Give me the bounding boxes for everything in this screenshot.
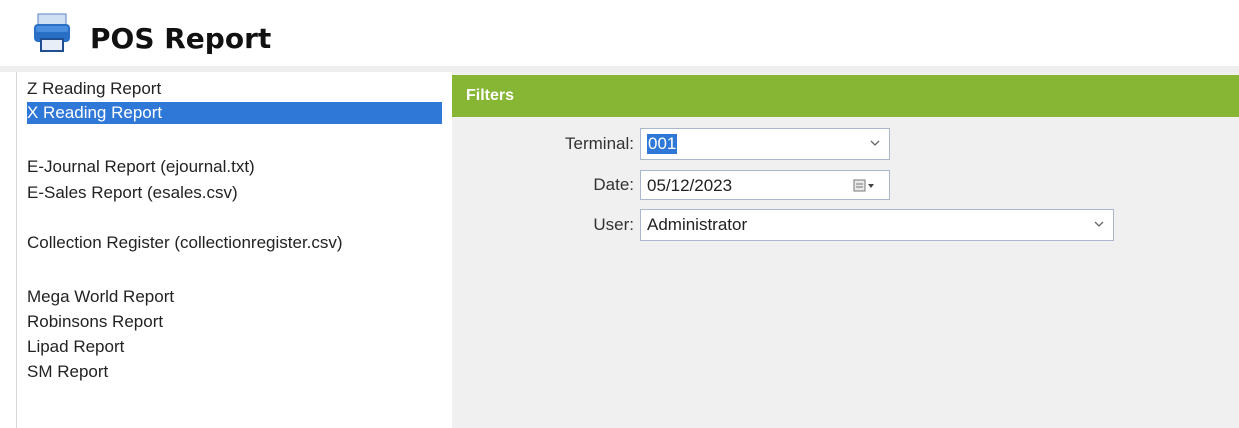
terminal-select[interactable]: 001: [640, 128, 890, 160]
report-list: Z Reading Report X Reading Report E-Jour…: [16, 72, 453, 428]
date-picker[interactable]: 05/12/2023: [640, 170, 890, 200]
page-title: POS Report: [90, 22, 272, 55]
filters-header: Filters: [452, 75, 1239, 117]
user-value: Administrator: [647, 215, 748, 234]
report-item-mega-world[interactable]: Mega World Report: [27, 286, 174, 308]
filters-panel: Filters Terminal: 001 Date: 05/12/2023 U…: [452, 72, 1239, 428]
user-select[interactable]: Administrator: [640, 209, 1114, 241]
report-item-sm[interactable]: SM Report: [27, 361, 108, 383]
report-item-collection-register[interactable]: Collection Register (collectionregister.…: [27, 232, 343, 254]
date-label: Date:: [593, 175, 634, 194]
terminal-value: 001: [647, 134, 678, 154]
terminal-label: Terminal:: [565, 134, 634, 153]
calendar-icon[interactable]: [853, 178, 875, 194]
report-item-lipad[interactable]: Lipad Report: [27, 336, 124, 358]
user-label: User:: [593, 215, 634, 234]
date-value: 05/12/2023: [647, 176, 733, 195]
header: POS Report: [0, 0, 1239, 66]
printer-icon: [34, 13, 70, 52]
report-item-ejournal[interactable]: E-Journal Report (ejournal.txt): [27, 156, 255, 178]
report-item-z-reading[interactable]: Z Reading Report: [27, 78, 161, 100]
report-item-x-reading[interactable]: X Reading Report: [27, 102, 442, 124]
chevron-down-icon[interactable]: [869, 138, 881, 148]
chevron-down-icon[interactable]: [1093, 219, 1105, 229]
report-item-robinsons[interactable]: Robinsons Report: [27, 311, 163, 333]
filters-title: Filters: [466, 87, 515, 104]
report-item-esales[interactable]: E-Sales Report (esales.csv): [27, 182, 238, 204]
